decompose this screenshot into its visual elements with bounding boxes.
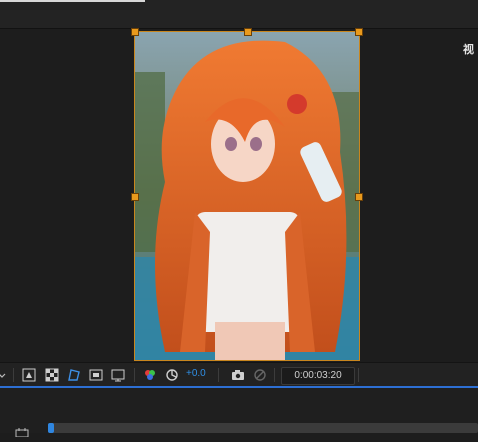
- transform-handle-top-left[interactable]: [131, 28, 139, 36]
- panel-tab-strip: [0, 0, 478, 29]
- transform-handle-middle-right[interactable]: [355, 193, 363, 201]
- reset-exposure-icon[interactable]: [164, 367, 180, 383]
- rgb-channels-icon[interactable]: [142, 367, 158, 383]
- calendar-icon[interactable]: [14, 424, 30, 438]
- region-of-interest-icon[interactable]: [21, 367, 37, 383]
- transparency-grid-icon[interactable]: [44, 367, 60, 383]
- transform-handle-middle-left[interactable]: [131, 193, 139, 201]
- divider: [218, 368, 219, 382]
- composition-viewer[interactable]: 视: [0, 28, 478, 362]
- transform-handle-top-center[interactable]: [244, 28, 252, 36]
- active-tab-underline: [0, 0, 145, 2]
- current-time-display[interactable]: 0:00:03:20: [281, 367, 355, 385]
- viewer-corner-label: 视: [463, 44, 474, 56]
- grid-guides-icon[interactable]: [110, 367, 126, 383]
- timeline-scrollbar[interactable]: [48, 423, 478, 433]
- safe-margins-icon[interactable]: [88, 367, 104, 383]
- mask-outline-icon[interactable]: [66, 367, 82, 383]
- transform-handle-top-right[interactable]: [355, 28, 363, 36]
- viewer-toolbar: +0.0 0:00:03:20: [0, 362, 478, 387]
- divider: [274, 368, 275, 382]
- anime-girl-image: [135, 32, 359, 360]
- camera-icon[interactable]: [230, 367, 246, 383]
- exposure-value[interactable]: +0.0: [186, 368, 206, 379]
- layer-image[interactable]: [135, 32, 359, 360]
- divider: [13, 368, 14, 382]
- timeline-scrollbar-thumb[interactable]: [48, 423, 54, 433]
- snapshot-show-icon[interactable]: [252, 367, 268, 383]
- chevron-down-icon[interactable]: [0, 367, 10, 383]
- divider: [358, 368, 359, 382]
- divider: [134, 368, 135, 382]
